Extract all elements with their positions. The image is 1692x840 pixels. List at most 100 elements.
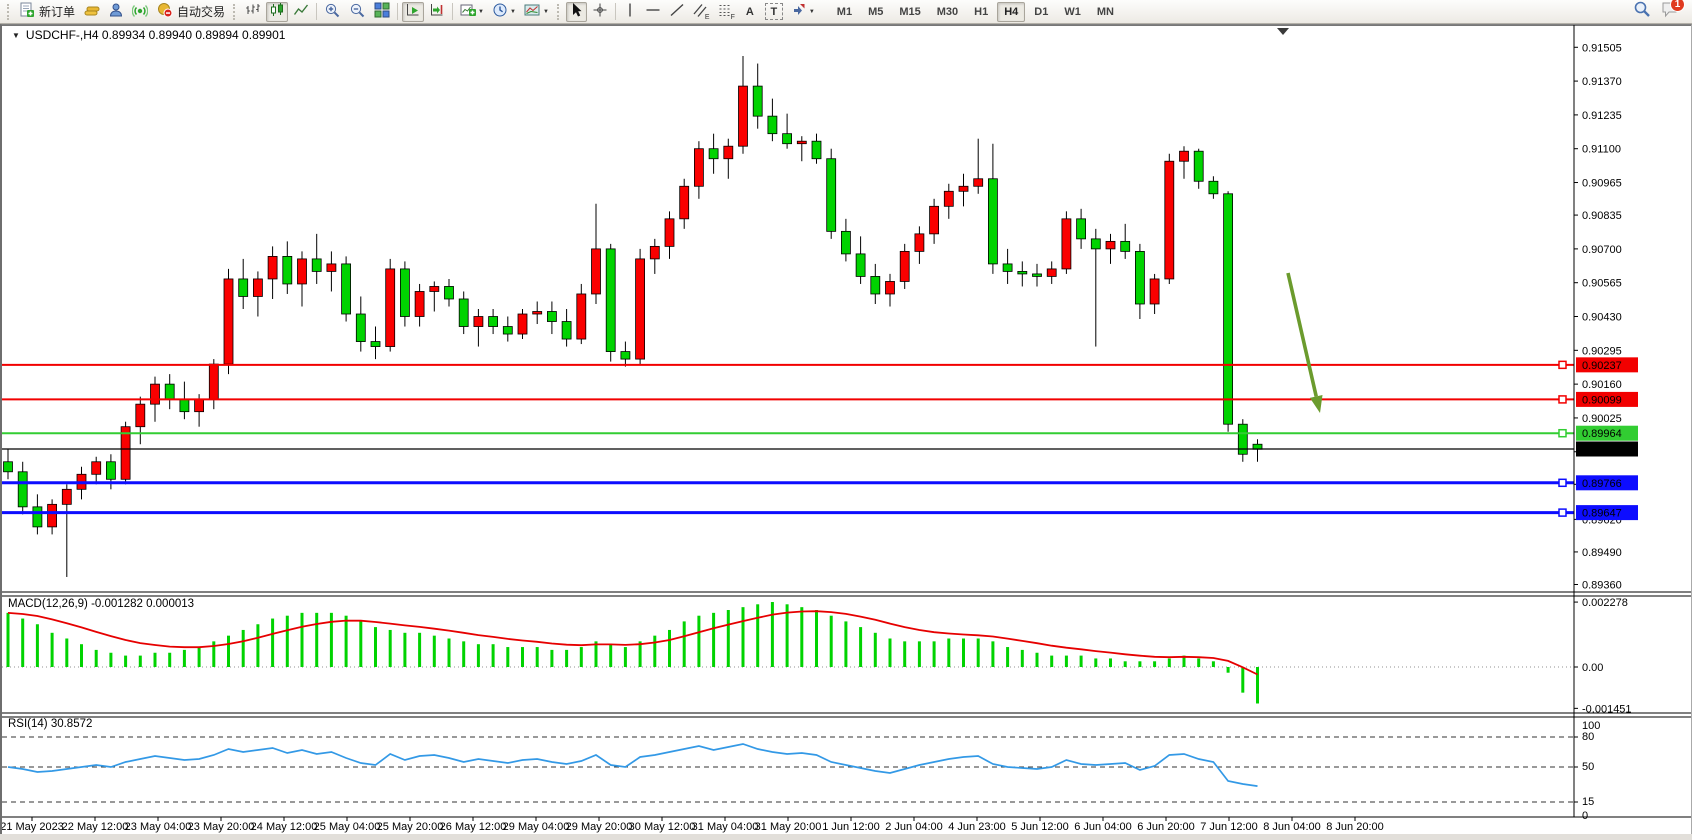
macd-tick-label: 0.00	[1582, 662, 1603, 674]
trend-arrow[interactable]	[1288, 273, 1316, 396]
horizontal-line-button[interactable]	[642, 2, 664, 22]
macd-histogram-bar	[683, 621, 686, 667]
price-tick-label: 0.91370	[1582, 76, 1622, 88]
period-button-m5[interactable]: M5	[861, 2, 890, 22]
text-button[interactable]: A	[740, 2, 760, 22]
time-label: 4 Jun 23:00	[948, 821, 1006, 833]
candle-up	[915, 234, 924, 252]
time-label: 22 May 12:00	[62, 821, 129, 833]
macd-histogram-bar	[36, 624, 39, 667]
macd-tick-label: 0.002278	[1582, 597, 1628, 609]
macd-histogram-bar	[859, 627, 862, 667]
line-handle[interactable]	[1559, 361, 1566, 368]
chart-window[interactable]: 0.915050.913700.912350.911000.909650.908…	[0, 24, 1692, 834]
equidistant-channel-button[interactable]: E	[690, 2, 713, 22]
crosshair-button[interactable]	[589, 2, 611, 22]
search-icon[interactable]	[1633, 0, 1651, 23]
fibonacci-button[interactable]: F	[715, 2, 738, 22]
time-label: 25 May 20:00	[377, 821, 444, 833]
chart-menu-arrow[interactable]: ▼	[12, 31, 20, 40]
bar-chart-button[interactable]	[242, 2, 264, 22]
macd-histogram-bar	[727, 610, 730, 667]
period-button-m30[interactable]: M30	[930, 2, 965, 22]
candle-down	[562, 322, 571, 340]
line-handle[interactable]	[1559, 479, 1566, 486]
candle-down	[312, 259, 321, 272]
candle-up	[92, 462, 101, 475]
vertical-line-button[interactable]	[620, 2, 640, 22]
candle-down	[1238, 424, 1247, 454]
trendline-icon	[669, 2, 685, 21]
candle-down	[400, 269, 409, 317]
candle-down	[1121, 241, 1130, 251]
candle-down	[827, 159, 836, 232]
price-line-label-text: 0.90237	[1582, 360, 1622, 372]
candle-down	[371, 342, 380, 347]
new-chart-button[interactable]	[80, 2, 103, 22]
macd-histogram-bar	[742, 607, 745, 667]
macd-histogram-bar	[550, 650, 553, 667]
macd-histogram-bar	[462, 641, 465, 667]
chart-title: ▼ USDCHF-,H4 0.89934 0.89940 0.89894 0.8…	[12, 28, 285, 42]
period-button-d1[interactable]: D1	[1027, 2, 1055, 22]
templates-button[interactable]: ▼	[521, 2, 552, 22]
macd-histogram-bar	[506, 647, 509, 667]
price-line-label-text: 0.89647	[1582, 508, 1622, 520]
candle-up	[533, 312, 542, 315]
chart-canvas[interactable]: 0.915050.913700.912350.911000.909650.908…	[2, 25, 1691, 835]
autotrading-button[interactable]: 自动交易	[153, 2, 228, 22]
candle-down	[239, 279, 248, 297]
fibonacci-glyph: F	[731, 14, 735, 21]
time-label: 24 May 12:00	[251, 821, 318, 833]
period-button-h1[interactable]: H1	[967, 2, 995, 22]
cursor-button[interactable]	[566, 2, 587, 22]
arrows-button[interactable]: ▼	[788, 2, 818, 22]
line-chart-icon	[293, 2, 309, 21]
period-button-m1[interactable]: M1	[830, 2, 859, 22]
candle-down	[356, 314, 365, 342]
rsi-tick-label: 50	[1582, 761, 1594, 773]
text-label-button[interactable]: T	[762, 2, 786, 22]
zoom-in-button[interactable]	[321, 2, 344, 22]
period-button-m15[interactable]: M15	[892, 2, 927, 22]
candle-down	[459, 299, 468, 327]
line-handle[interactable]	[1559, 509, 1566, 516]
line-handle[interactable]	[1559, 430, 1566, 437]
line-chart-button[interactable]	[290, 2, 312, 22]
macd-histogram-bar	[1227, 667, 1230, 673]
line-handle[interactable]	[1559, 396, 1566, 403]
period-button-mn[interactable]: MN	[1090, 2, 1121, 22]
tile-windows-button[interactable]	[371, 2, 393, 22]
notifications-button[interactable]: 1	[1661, 1, 1679, 23]
periods-dropdown-button[interactable]: ▼	[489, 2, 519, 22]
candle-down	[606, 249, 615, 352]
macd-histogram-bar	[536, 647, 539, 667]
chart-shift-marker[interactable]	[1277, 28, 1289, 35]
period-button-w1[interactable]: W1	[1057, 2, 1088, 22]
autoscroll-button[interactable]	[402, 2, 424, 22]
period-button-h4[interactable]: H4	[997, 2, 1025, 22]
toolbar-separator	[452, 3, 453, 20]
signals-button[interactable]	[129, 2, 151, 22]
price-tick-label: 0.90965	[1582, 178, 1622, 190]
trendline-button[interactable]	[666, 2, 688, 22]
macd-histogram-bar	[1138, 661, 1141, 667]
new-order-button[interactable]: 新订单	[16, 2, 78, 22]
zoom-out-button[interactable]	[346, 2, 369, 22]
candle-down	[1135, 251, 1144, 304]
candle-down	[1003, 264, 1012, 272]
macd-histogram-bar	[403, 633, 406, 667]
candlestick-button[interactable]	[266, 2, 288, 22]
candle-up	[253, 279, 262, 297]
candle-up	[386, 269, 395, 347]
candle-up	[121, 427, 130, 480]
macd-tick-label: -0.001451	[1582, 703, 1632, 715]
chart-shift-button[interactable]	[426, 2, 448, 22]
candle-up	[724, 146, 733, 159]
indicators-button[interactable]: ▼	[457, 2, 487, 22]
toolbar-grip	[233, 4, 237, 20]
profiles-button[interactable]	[105, 2, 127, 22]
trend-arrow-head[interactable]	[1310, 395, 1323, 413]
macd-histogram-bar	[1197, 658, 1200, 667]
chart-title-text: USDCHF-,H4 0.89934 0.89940 0.89894 0.899…	[26, 28, 286, 42]
